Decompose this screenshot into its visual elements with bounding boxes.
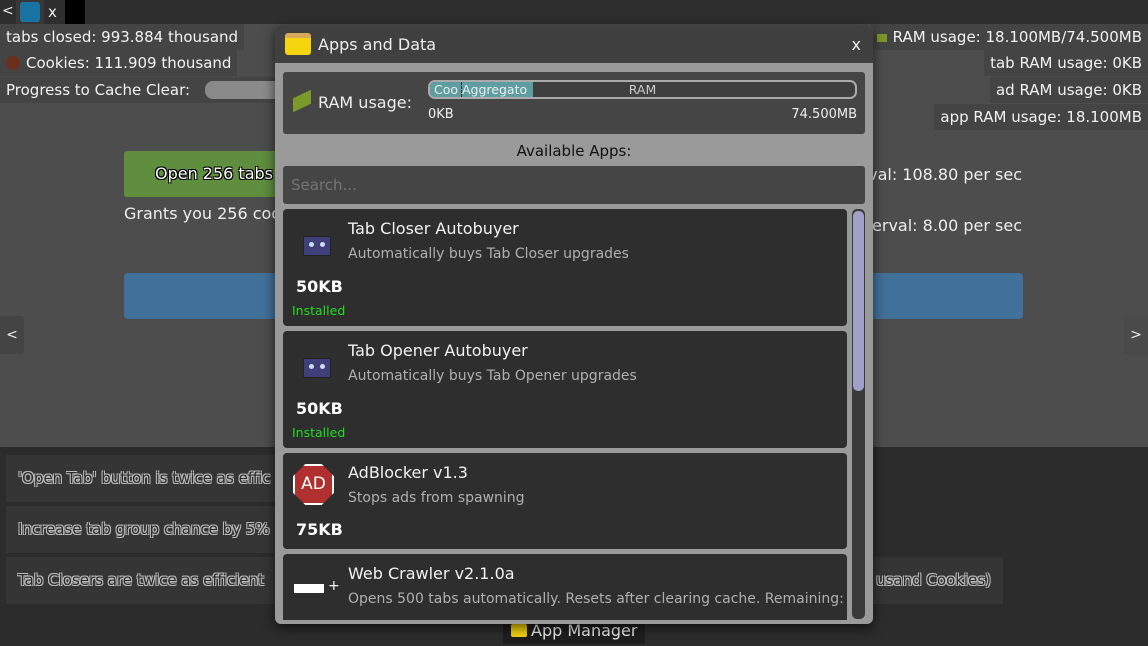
window-close-button[interactable]: x [852, 35, 861, 54]
ram-segment-cookies: Coo [430, 82, 462, 97]
app-search-input[interactable] [283, 166, 865, 204]
ram-segment-aggregator: Aggregato [462, 82, 533, 97]
upgrade-label: 'Open Tab' button is twice as effic [18, 469, 271, 487]
tabs-back-button[interactable]: < [2, 3, 14, 19]
tab-strip: < x [0, 0, 1148, 24]
ram-usage-text: RAM usage: 18.100MB/74.500MB [892, 28, 1142, 46]
app-name: Web Crawler v2.1.0a [348, 564, 515, 583]
folder-icon [285, 33, 311, 55]
app-status: Installed [292, 425, 346, 440]
cache-progress-label: Progress to Cache Clear: [6, 81, 191, 99]
app-size: 50KB [296, 399, 343, 418]
tab-close-button[interactable]: x [48, 3, 57, 21]
app-size: 50KB [296, 277, 343, 296]
app-item[interactable]: Tab Opener Autobuyer Automatically buys … [283, 331, 847, 448]
apps-and-data-window: Apps and Data x RAM usage: Coo Aggregato… [275, 25, 873, 624]
upgrade-item[interactable]: 'Open Tab' button is twice as effic [6, 455, 286, 502]
app-name: AdBlocker v1.3 [348, 463, 468, 482]
grants-text: Grants you 256 coo [124, 204, 282, 223]
app-status: Installed [292, 303, 346, 318]
ram-icon [876, 34, 887, 42]
upgrade-cost: usand Cookies) [876, 571, 991, 589]
robot-icon [303, 236, 331, 256]
app-desc: Opens 500 tabs automatically. Resets aft… [348, 591, 847, 607]
app-name: Tab Opener Autobuyer [348, 341, 528, 360]
tab-favicon-icon [20, 2, 40, 22]
ram-panel: RAM usage: Coo Aggregato RAM 0KB 74.500M… [283, 72, 865, 134]
robot-icon [303, 358, 331, 378]
ram-bar: Coo Aggregato RAM [428, 80, 857, 99]
upgrade-label: Tab Closers are twice as efficient [18, 571, 264, 589]
window-title: Apps and Data [318, 35, 437, 54]
ram-icon [293, 89, 311, 113]
app-name: Tab Closer Autobuyer [348, 219, 519, 238]
ram-label: RAM usage: [318, 93, 412, 112]
browser-tab[interactable] [16, 0, 44, 24]
plus-icon: + [328, 578, 340, 594]
ram-min: 0KB [428, 107, 454, 122]
folder-icon [511, 624, 527, 637]
adblock-icon: AD [293, 464, 334, 505]
ram-usage-stat: RAM usage: 18.100MB/74.500MB [870, 24, 1148, 50]
nav-left-button[interactable]: < [0, 316, 24, 354]
tabs-closed-stat: tabs closed: 993.884 thousand [0, 24, 245, 50]
window-titlebar: Apps and Data x [275, 25, 873, 63]
cookies-stat: Cookies: 111.909 thousand [0, 50, 238, 76]
app-ram-stat: app RAM usage: 18.100MB [934, 104, 1148, 130]
interval-text-1: erval: 108.80 per sec [851, 165, 1022, 184]
tab-ram-stat: tab RAM usage: 0KB [984, 50, 1148, 76]
app-item[interactable]: Tab Closer Autobuyer Automatically buys … [283, 209, 847, 326]
upgrade-item[interactable]: Increase tab group chance by 5% [6, 506, 286, 553]
cookies-text: Cookies: 111.909 thousand [26, 54, 232, 72]
ram-max: 74.500MB [791, 107, 857, 122]
app-desc: Automatically buys Tab Closer upgrades [348, 246, 629, 262]
app-list: Tab Closer Autobuyer Automatically buys … [275, 209, 873, 620]
available-apps-heading: Available Apps: [516, 142, 632, 160]
nav-right-button[interactable]: > [1124, 316, 1148, 354]
cache-progress: Progress to Cache Clear: [0, 77, 295, 103]
cookie-icon [6, 56, 20, 70]
app-desc: Automatically buys Tab Opener upgrades [348, 368, 637, 384]
app-desc: Stops ads from spawning [348, 490, 525, 506]
app-size: 75KB [296, 520, 343, 539]
new-tab-icon [294, 584, 324, 593]
app-list-scrollbar[interactable] [852, 209, 865, 619]
app-item[interactable]: + Web Crawler v2.1.0a Opens 500 tabs aut… [283, 554, 847, 620]
black-tab[interactable] [65, 0, 85, 24]
upgrade-label: Increase tab group chance by 5% [18, 520, 270, 538]
ad-ram-stat: ad RAM usage: 0KB [989, 77, 1148, 103]
scrollbar-thumb[interactable] [853, 211, 864, 391]
open-tabs-label: Open 256 tabs [154, 164, 273, 183]
interval-text-2: nterval: 8.00 per sec [855, 216, 1022, 235]
app-item[interactable]: AD AdBlocker v1.3 Stops ads from spawnin… [283, 453, 847, 549]
